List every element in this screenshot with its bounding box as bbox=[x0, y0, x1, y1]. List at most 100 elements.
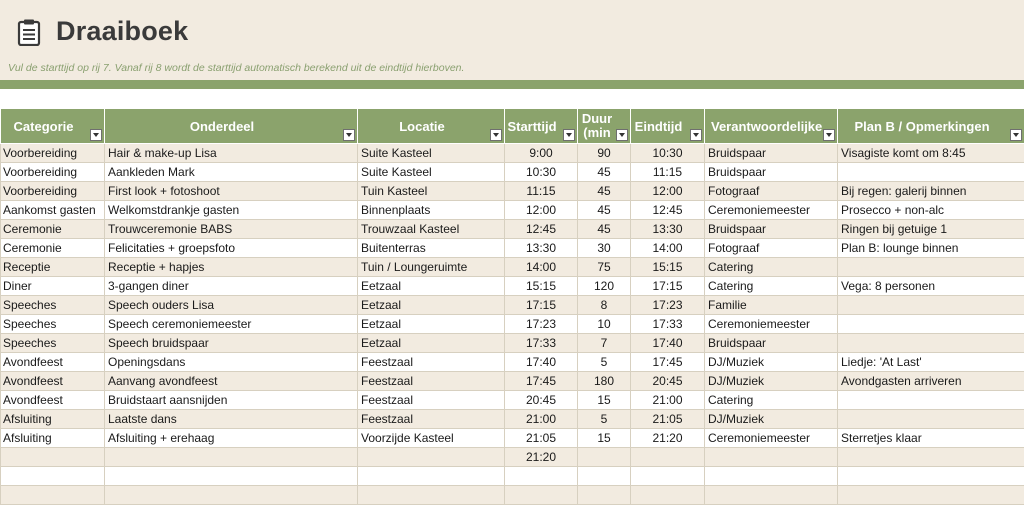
cell-plan-b[interactable]: Sterretjes klaar bbox=[837, 428, 1024, 448]
cell-plan-b[interactable]: Vega: 8 personen bbox=[837, 276, 1024, 296]
cell-verantwoordelijke[interactable]: Catering bbox=[704, 390, 838, 410]
cell-duur[interactable]: 45 bbox=[577, 181, 631, 201]
cell-categorie[interactable]: Voorbereiding bbox=[0, 143, 105, 163]
cell-starttijd[interactable]: 15:15 bbox=[504, 276, 578, 296]
cell-plan-b[interactable] bbox=[837, 390, 1024, 410]
cell-eindtijd[interactable]: 15:15 bbox=[630, 257, 705, 277]
cell-plan-b[interactable]: Avondgasten arriveren bbox=[837, 371, 1024, 391]
cell-starttijd[interactable]: 17:45 bbox=[504, 371, 578, 391]
cell-locatie[interactable] bbox=[357, 485, 505, 505]
dropdown-arrow-icon[interactable] bbox=[690, 129, 702, 141]
cell-duur[interactable]: 5 bbox=[577, 352, 631, 372]
cell-eindtijd[interactable]: 12:00 bbox=[630, 181, 705, 201]
cell-categorie[interactable]: Afsluiting bbox=[0, 409, 105, 429]
cell-onderdeel[interactable]: Receptie + hapjes bbox=[104, 257, 358, 277]
cell-duur[interactable]: 90 bbox=[577, 143, 631, 163]
cell-verantwoordelijke[interactable]: Fotograaf bbox=[704, 181, 838, 201]
cell-starttijd[interactable] bbox=[504, 466, 578, 486]
cell-verantwoordelijke[interactable]: Bruidspaar bbox=[704, 162, 838, 182]
cell-locatie[interactable]: Buitenterras bbox=[357, 238, 505, 258]
column-header-starttijd[interactable]: Starttijd bbox=[504, 108, 578, 144]
cell-onderdeel[interactable] bbox=[104, 447, 358, 467]
column-header-eindtijd[interactable]: Eindtijd bbox=[630, 108, 705, 144]
cell-verantwoordelijke[interactable]: DJ/Muziek bbox=[704, 409, 838, 429]
cell-verantwoordelijke[interactable]: Bruidspaar bbox=[704, 219, 838, 239]
cell-categorie[interactable]: Speeches bbox=[0, 314, 105, 334]
cell-starttijd[interactable]: 9:00 bbox=[504, 143, 578, 163]
cell-categorie[interactable]: Speeches bbox=[0, 333, 105, 353]
cell-starttijd[interactable]: 17:40 bbox=[504, 352, 578, 372]
cell-categorie[interactable]: Ceremonie bbox=[0, 238, 105, 258]
cell-eindtijd[interactable]: 13:30 bbox=[630, 219, 705, 239]
cell-starttijd[interactable]: 17:15 bbox=[504, 295, 578, 315]
cell-onderdeel[interactable]: Welkomstdrankje gasten bbox=[104, 200, 358, 220]
column-header-plan-b[interactable]: Plan B / Opmerkingen bbox=[837, 108, 1024, 144]
cell-duur[interactable] bbox=[577, 466, 631, 486]
cell-categorie[interactable]: Avondfeest bbox=[0, 390, 105, 410]
cell-eindtijd[interactable]: 21:20 bbox=[630, 428, 705, 448]
cell-onderdeel[interactable]: Bruidstaart aansnijden bbox=[104, 390, 358, 410]
cell-eindtijd[interactable]: 17:40 bbox=[630, 333, 705, 353]
cell-starttijd[interactable] bbox=[504, 485, 578, 505]
cell-locatie[interactable] bbox=[357, 466, 505, 486]
cell-verantwoordelijke[interactable] bbox=[704, 447, 838, 467]
cell-locatie[interactable]: Tuin Kasteel bbox=[357, 181, 505, 201]
cell-duur[interactable]: 45 bbox=[577, 200, 631, 220]
cell-duur[interactable]: 45 bbox=[577, 162, 631, 182]
cell-onderdeel[interactable]: Laatste dans bbox=[104, 409, 358, 429]
cell-starttijd[interactable]: 11:15 bbox=[504, 181, 578, 201]
cell-verantwoordelijke[interactable]: Fotograaf bbox=[704, 238, 838, 258]
cell-onderdeel[interactable] bbox=[104, 466, 358, 486]
cell-verantwoordelijke[interactable]: Ceremoniemeester bbox=[704, 200, 838, 220]
cell-eindtijd[interactable]: 17:23 bbox=[630, 295, 705, 315]
cell-plan-b[interactable]: Ringen bij getuige 1 bbox=[837, 219, 1024, 239]
cell-locatie[interactable] bbox=[357, 447, 505, 467]
cell-plan-b[interactable] bbox=[837, 257, 1024, 277]
cell-locatie[interactable]: Suite Kasteel bbox=[357, 143, 505, 163]
cell-onderdeel[interactable]: Speech ceremoniemeester bbox=[104, 314, 358, 334]
cell-plan-b[interactable] bbox=[837, 295, 1024, 315]
dropdown-arrow-icon[interactable] bbox=[1010, 129, 1022, 141]
column-header-duur[interactable]: Duur (min bbox=[577, 108, 631, 144]
cell-duur[interactable]: 8 bbox=[577, 295, 631, 315]
cell-starttijd[interactable]: 21:05 bbox=[504, 428, 578, 448]
cell-eindtijd[interactable]: 20:45 bbox=[630, 371, 705, 391]
cell-starttijd[interactable]: 20:45 bbox=[504, 390, 578, 410]
cell-locatie[interactable]: Eetzaal bbox=[357, 333, 505, 353]
column-header-locatie[interactable]: Locatie bbox=[357, 108, 505, 144]
cell-verantwoordelijke[interactable]: Bruidspaar bbox=[704, 333, 838, 353]
cell-verantwoordelijke[interactable]: Ceremoniemeester bbox=[704, 428, 838, 448]
cell-locatie[interactable]: Feestzaal bbox=[357, 371, 505, 391]
cell-eindtijd[interactable] bbox=[630, 466, 705, 486]
cell-duur[interactable]: 45 bbox=[577, 219, 631, 239]
cell-categorie[interactable]: Afsluiting bbox=[0, 428, 105, 448]
cell-locatie[interactable]: Binnenplaats bbox=[357, 200, 505, 220]
cell-categorie[interactable]: Voorbereiding bbox=[0, 181, 105, 201]
cell-starttijd[interactable]: 21:20 bbox=[504, 447, 578, 467]
cell-eindtijd[interactable]: 21:00 bbox=[630, 390, 705, 410]
cell-duur[interactable]: 120 bbox=[577, 276, 631, 296]
cell-verantwoordelijke[interactable]: Catering bbox=[704, 257, 838, 277]
cell-eindtijd[interactable]: 11:15 bbox=[630, 162, 705, 182]
cell-eindtijd[interactable]: 17:33 bbox=[630, 314, 705, 334]
cell-categorie[interactable]: Avondfeest bbox=[0, 371, 105, 391]
cell-plan-b[interactable]: Bij regen: galerij binnen bbox=[837, 181, 1024, 201]
cell-verantwoordelijke[interactable]: Familie bbox=[704, 295, 838, 315]
cell-locatie[interactable]: Feestzaal bbox=[357, 390, 505, 410]
dropdown-arrow-icon[interactable] bbox=[563, 129, 575, 141]
cell-onderdeel[interactable]: First look + fotoshoot bbox=[104, 181, 358, 201]
cell-onderdeel[interactable]: Aankleden Mark bbox=[104, 162, 358, 182]
cell-plan-b[interactable] bbox=[837, 447, 1024, 467]
cell-duur[interactable]: 75 bbox=[577, 257, 631, 277]
cell-starttijd[interactable]: 12:00 bbox=[504, 200, 578, 220]
cell-categorie[interactable]: Aankomst gasten bbox=[0, 200, 105, 220]
cell-onderdeel[interactable] bbox=[104, 485, 358, 505]
cell-starttijd[interactable]: 10:30 bbox=[504, 162, 578, 182]
cell-plan-b[interactable]: Plan B: lounge binnen bbox=[837, 238, 1024, 258]
cell-onderdeel[interactable]: Afsluiting + erehaag bbox=[104, 428, 358, 448]
cell-categorie[interactable]: Receptie bbox=[0, 257, 105, 277]
cell-onderdeel[interactable]: Felicitaties + groepsfoto bbox=[104, 238, 358, 258]
cell-locatie[interactable]: Eetzaal bbox=[357, 314, 505, 334]
cell-locatie[interactable]: Voorzijde Kasteel bbox=[357, 428, 505, 448]
cell-locatie[interactable]: Feestzaal bbox=[357, 409, 505, 429]
